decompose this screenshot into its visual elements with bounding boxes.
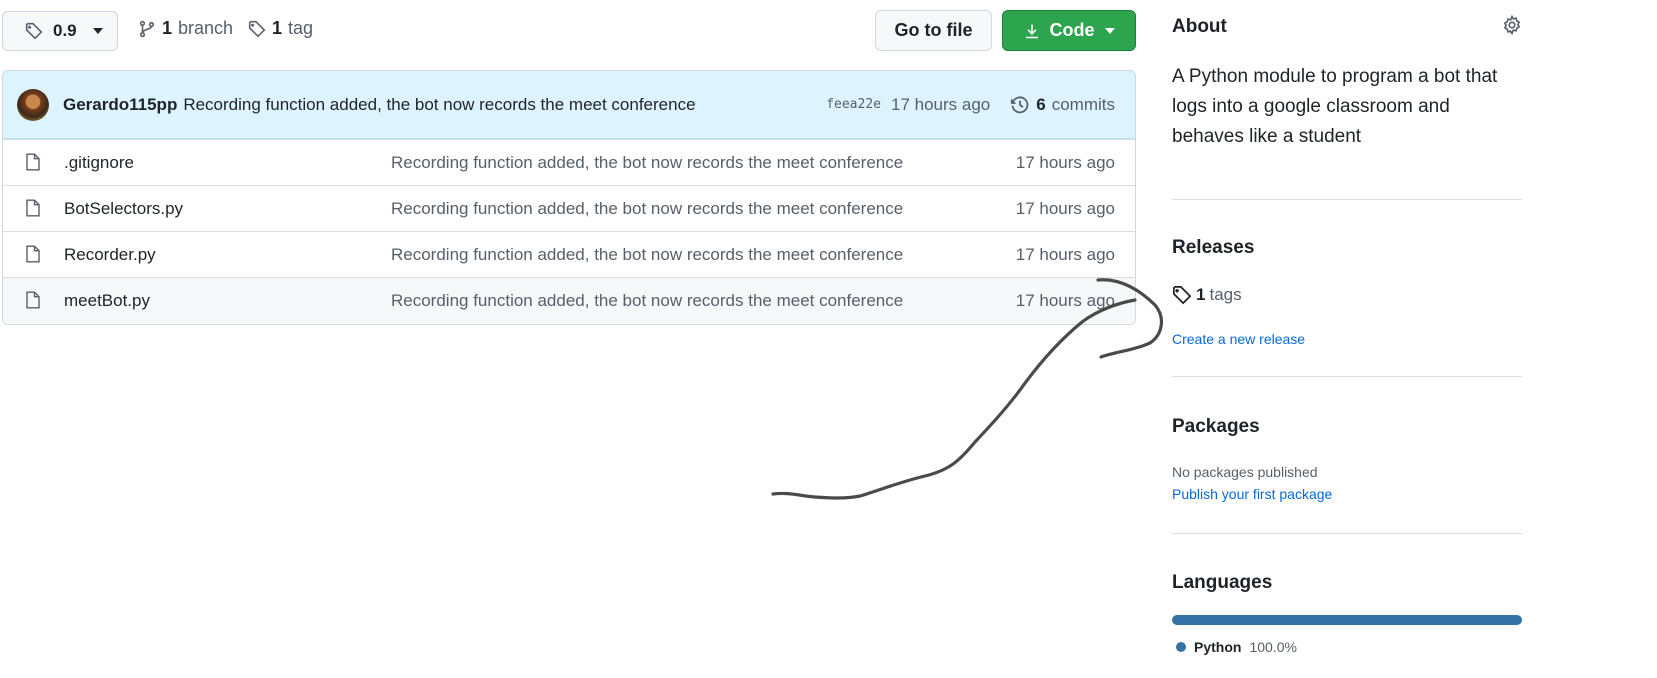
file-age: 17 hours ago xyxy=(1015,198,1115,218)
file-row[interactable]: .gitignore Recording function added, the… xyxy=(3,139,1135,185)
branch-label: branch xyxy=(178,18,234,38)
tag-count: 1 xyxy=(272,18,283,38)
commit-author-link[interactable]: Gerardo115pp xyxy=(63,95,177,115)
file-row[interactable]: BotSelectors.py Recording function added… xyxy=(3,185,1135,231)
latest-commit-bar: Gerardo115pp Recording function added, t… xyxy=(3,71,1135,139)
download-icon xyxy=(1024,23,1040,39)
file-age: 17 hours ago xyxy=(1015,244,1115,264)
branch-name: 0.9 xyxy=(53,21,77,40)
file-commit-link[interactable]: Recording function added, the bot now re… xyxy=(391,245,903,265)
file-browser: Gerardo115pp Recording function added, t… xyxy=(2,70,1136,325)
publish-package-link[interactable]: Publish your first package xyxy=(1172,486,1332,502)
file-commit-link[interactable]: Recording function added, the bot now re… xyxy=(391,199,903,219)
file-icon xyxy=(25,245,41,263)
create-release-link[interactable]: Create a new release xyxy=(1172,331,1305,347)
tags-link[interactable]: 1 tag xyxy=(248,18,313,39)
tag-icon xyxy=(248,20,266,38)
releases-heading[interactable]: Releases xyxy=(1172,237,1254,259)
language-item[interactable]: Python 100.0% xyxy=(1176,639,1297,655)
divider xyxy=(1172,376,1522,377)
commit-count: 6 xyxy=(1036,94,1046,114)
tag-icon xyxy=(25,22,43,40)
about-heading: About xyxy=(1172,16,1227,37)
branches-link[interactable]: 1 branch xyxy=(138,18,233,39)
languages-heading: Languages xyxy=(1172,572,1273,593)
file-age: 17 hours ago xyxy=(1015,152,1115,172)
gear-icon[interactable] xyxy=(1502,15,1522,35)
commits-label: commits xyxy=(1051,94,1115,114)
avatar[interactable] xyxy=(17,88,49,121)
code-button[interactable]: Code xyxy=(1002,10,1136,51)
history-icon xyxy=(1010,95,1030,115)
file-row[interactable]: Recorder.py Recording function added, th… xyxy=(3,231,1135,277)
file-name-link[interactable]: .gitignore xyxy=(64,153,134,173)
tag-label: tag xyxy=(288,18,314,38)
language-color-dot xyxy=(1176,642,1186,652)
language-percent: 100.0% xyxy=(1249,639,1297,655)
language-name: Python xyxy=(1194,639,1242,655)
file-name-link[interactable]: Recorder.py xyxy=(64,245,156,265)
divider xyxy=(1172,533,1522,534)
code-button-label: Code xyxy=(1049,20,1095,40)
about-description: A Python module to program a bot that lo… xyxy=(1172,66,1498,147)
commit-sha-link[interactable]: feea22e xyxy=(826,97,881,112)
file-age: 17 hours ago xyxy=(1015,290,1115,310)
go-to-file-button[interactable]: Go to file xyxy=(875,10,992,51)
commit-message-link[interactable]: Recording function added, the bot now re… xyxy=(183,95,695,115)
file-commit-link[interactable]: Recording function added, the bot now re… xyxy=(391,291,903,311)
commits-history-link[interactable]: 6 commits xyxy=(1010,95,1115,115)
chevron-down-icon xyxy=(92,28,103,34)
file-name-link[interactable]: BotSelectors.py xyxy=(64,199,183,219)
branch-select-button[interactable]: 0.9 xyxy=(2,11,118,51)
divider xyxy=(1172,199,1522,200)
language-bar xyxy=(1172,615,1522,625)
release-tags-link[interactable]: 1 tags xyxy=(1172,285,1242,305)
file-icon xyxy=(25,291,41,309)
release-tag-label: tags xyxy=(1209,285,1242,304)
file-icon xyxy=(25,199,41,217)
branch-count: 1 xyxy=(162,18,173,38)
packages-heading[interactable]: Packages xyxy=(1172,416,1260,438)
release-tag-count: 1 xyxy=(1196,285,1206,304)
tag-icon xyxy=(1172,285,1192,305)
file-icon xyxy=(25,153,41,171)
file-row[interactable]: meetBot.py Recording function added, the… xyxy=(3,277,1135,323)
file-name-link[interactable]: meetBot.py xyxy=(64,291,150,311)
no-packages-text: No packages published xyxy=(1172,464,1318,480)
chevron-down-icon xyxy=(1104,27,1115,34)
file-commit-link[interactable]: Recording function added, the bot now re… xyxy=(391,153,903,173)
git-branch-icon xyxy=(138,20,156,38)
commit-time: 17 hours ago xyxy=(891,94,991,114)
